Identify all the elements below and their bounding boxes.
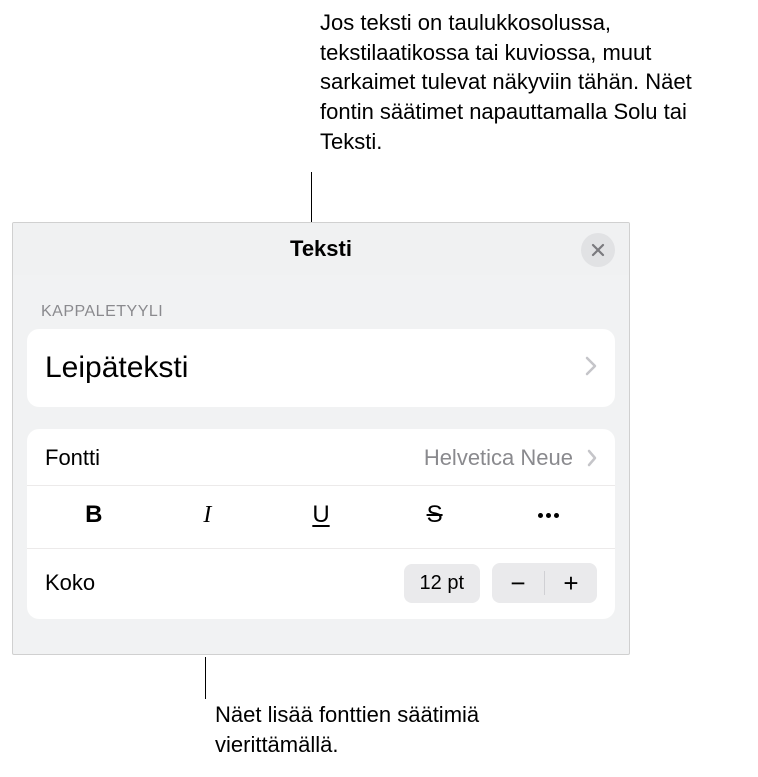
close-icon — [591, 243, 605, 257]
annotation-top: Jos teksti on taulukkosolussa, tekstilaa… — [320, 8, 740, 156]
italic-button[interactable]: I — [151, 496, 265, 534]
font-value: Helvetica Neue — [424, 445, 573, 471]
bold-button[interactable]: B — [37, 496, 151, 534]
more-formatting-button[interactable] — [491, 496, 605, 534]
chevron-right-icon — [585, 356, 597, 381]
size-increase-button[interactable]: + — [545, 563, 597, 603]
more-icon — [538, 513, 559, 518]
size-row: Koko 12 pt − + — [27, 549, 615, 619]
format-row: B I U S — [27, 485, 615, 549]
strikethrough-button[interactable]: S — [378, 496, 492, 534]
font-label: Fontti — [45, 445, 100, 471]
text-panel: Teksti KAPPALETYYLI Leipäteksti Fontti H… — [12, 222, 630, 655]
size-stepper: − + — [492, 563, 597, 603]
paragraph-style-row[interactable]: Leipäteksti — [27, 329, 615, 407]
size-value[interactable]: 12 pt — [404, 564, 480, 603]
panel-header: Teksti — [13, 223, 629, 275]
font-card: Fontti Helvetica Neue B I U S Koko 12 pt — [27, 429, 615, 619]
font-value-container: Helvetica Neue — [424, 445, 597, 471]
callout-line-top — [311, 172, 312, 222]
annotation-bottom: Näet lisää fonttien säätimiä vierittämäl… — [215, 700, 595, 759]
section-label-paragraph-style: KAPPALETYYLI — [13, 275, 629, 323]
underline-button[interactable]: U — [264, 496, 378, 534]
paragraph-style-card: Leipäteksti — [27, 329, 615, 407]
panel-title: Teksti — [290, 236, 352, 262]
font-row[interactable]: Fontti Helvetica Neue — [27, 429, 615, 485]
chevron-right-icon — [587, 449, 597, 467]
size-controls: 12 pt − + — [404, 563, 597, 603]
paragraph-style-name: Leipäteksti — [45, 351, 188, 385]
callout-line-bottom — [205, 657, 206, 699]
close-button[interactable] — [581, 233, 615, 267]
size-decrease-button[interactable]: − — [492, 563, 544, 603]
size-label: Koko — [45, 570, 95, 596]
